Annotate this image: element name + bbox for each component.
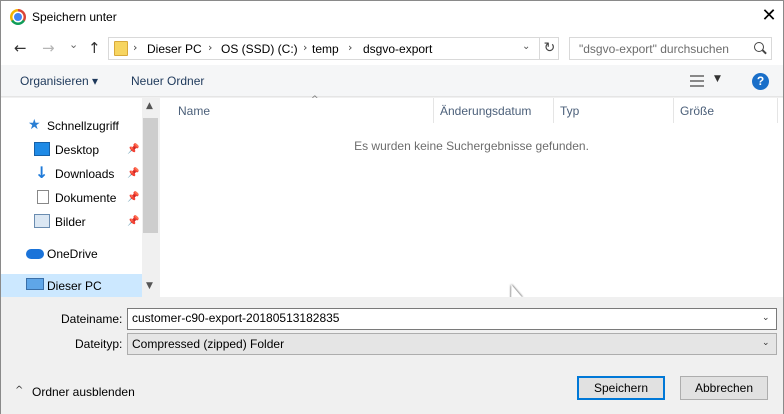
title-bar: Speichern unter ✕ xyxy=(1,1,783,32)
column-header-name[interactable]: Name ^ xyxy=(172,95,434,123)
sidebar-item-label: Bilder xyxy=(55,215,86,229)
breadcrumb-separator: › xyxy=(303,41,308,54)
chevron-up-icon: ^ xyxy=(15,385,24,396)
filetype-select[interactable]: Compressed (zipped) Folder ⌄ xyxy=(127,333,777,355)
breadcrumb-temp[interactable]: temp xyxy=(312,42,339,56)
sort-icon: ^ xyxy=(311,95,319,105)
sidebar-item-label: Schnellzugriff xyxy=(47,119,119,133)
close-button[interactable]: ✕ xyxy=(757,5,781,27)
pin-icon: 📌 xyxy=(127,192,140,203)
column-header-size[interactable]: Größe xyxy=(674,98,778,123)
window-title: Speichern unter xyxy=(32,10,117,24)
recent-locations-icon[interactable]: ⌄ xyxy=(69,37,78,53)
sidebar-item-downloads[interactable]: ↓ Downloads 📌 xyxy=(1,162,142,186)
column-header-label: Größe xyxy=(680,104,715,118)
address-dropdown-icon[interactable]: ⌄ xyxy=(522,41,530,52)
column-header-label: Änderungsdatum xyxy=(440,104,532,118)
breadcrumb-separator: › xyxy=(133,41,138,54)
column-header-date[interactable]: Änderungsdatum xyxy=(434,98,554,123)
organize-button[interactable]: Organisieren ▾ xyxy=(20,74,98,88)
download-icon: ↓ xyxy=(35,163,49,182)
sidebar-scrollbar[interactable]: ▲ ▼ xyxy=(142,98,159,297)
sidebar-item-documents[interactable]: Dokumente 📌 xyxy=(1,186,142,210)
sidebar-item-onedrive[interactable]: OneDrive xyxy=(1,242,142,266)
sidebar-item-label: Dieser PC xyxy=(47,279,102,293)
cloud-icon xyxy=(26,249,44,259)
sidebar-item-label: Desktop xyxy=(55,143,100,157)
pin-icon: 📌 xyxy=(127,144,140,155)
column-header-label: Name xyxy=(178,104,211,118)
filetype-dropdown-icon[interactable]: ⌄ xyxy=(762,338,770,348)
filetype-value: Compressed (zipped) Folder xyxy=(132,337,285,351)
search-icon xyxy=(754,42,764,52)
navigation-pane: ★ Schnellzugriff Desktop 📌 ↓ Downloads 📌… xyxy=(1,98,159,298)
sidebar-item-label: Dokumente xyxy=(55,191,117,205)
sidebar-item-quick-access[interactable]: ★ Schnellzugriff xyxy=(1,114,142,138)
column-header-label: Typ xyxy=(560,104,580,118)
pc-icon xyxy=(26,278,44,290)
scroll-down-icon[interactable]: ▼ xyxy=(146,281,153,291)
pin-icon: 📌 xyxy=(127,168,140,179)
sidebar-item-pictures[interactable]: Bilder 📌 xyxy=(1,210,142,234)
breadcrumb-dieser-pc[interactable]: Dieser PC xyxy=(147,42,202,56)
save-as-dialog: Speichern unter ✕ ← → ⌄ ↑ › Dieser PC › … xyxy=(0,0,784,414)
save-options-panel: Dateiname: ⌄ Dateityp: Compressed (zippe… xyxy=(1,297,783,414)
folder-icon xyxy=(114,41,128,56)
save-button[interactable]: Speichern xyxy=(577,376,665,400)
filetype-label: Dateityp: xyxy=(75,337,123,351)
documents-icon xyxy=(37,190,49,204)
refresh-icon[interactable]: ↻ xyxy=(539,38,559,59)
view-dropdown-icon[interactable]: ▼ xyxy=(714,74,721,84)
help-icon[interactable]: ? xyxy=(752,73,769,90)
sidebar-item-desktop[interactable]: Desktop 📌 xyxy=(1,138,142,162)
filename-label: Dateiname: xyxy=(61,312,123,326)
filename-dropdown-icon[interactable]: ⌄ xyxy=(762,313,770,323)
search-input[interactable]: "dsgvo-export" durchsuchen xyxy=(569,37,772,60)
breadcrumb-drive[interactable]: OS (SSD) (C:) xyxy=(221,42,298,56)
desktop-icon xyxy=(34,142,50,156)
search-placeholder: "dsgvo-export" durchsuchen xyxy=(579,42,729,56)
column-header-type[interactable]: Typ xyxy=(554,98,674,123)
new-folder-button[interactable]: Neuer Ordner xyxy=(131,74,204,88)
star-icon: ★ xyxy=(28,117,41,133)
address-bar[interactable]: › Dieser PC › OS (SSD) (C:) › temp › dsg… xyxy=(108,37,559,60)
chrome-icon xyxy=(10,9,26,25)
file-list: Name ^ Änderungsdatum Typ Größe Es wurde… xyxy=(160,95,783,302)
breadcrumb-separator: › xyxy=(348,41,353,54)
pin-icon: 📌 xyxy=(127,216,140,227)
pictures-icon xyxy=(34,214,50,228)
empty-message: Es wurden keine Suchergebnisse gefunden. xyxy=(354,139,589,153)
forward-icon[interactable]: → xyxy=(42,40,55,56)
breadcrumb-separator: › xyxy=(208,41,213,54)
scroll-up-icon[interactable]: ▲ xyxy=(146,101,153,111)
sidebar-item-label: Downloads xyxy=(55,167,115,181)
filename-input[interactable] xyxy=(132,311,752,325)
command-toolbar: Organisieren ▾ Neuer Ordner ▼ ? xyxy=(1,65,783,97)
hide-folders-label: Ordner ausblenden xyxy=(32,385,135,399)
scrollbar-thumb[interactable] xyxy=(143,118,158,233)
sidebar-item-this-pc[interactable]: Dieser PC xyxy=(1,274,142,298)
sidebar-item-label: OneDrive xyxy=(47,247,98,261)
back-icon[interactable]: ← xyxy=(14,40,27,56)
cancel-button[interactable]: Abbrechen xyxy=(680,376,768,400)
view-options-icon[interactable] xyxy=(690,75,704,87)
breadcrumb-dsgvo-export[interactable]: dsgvo-export xyxy=(363,42,432,56)
filename-field[interactable]: ⌄ xyxy=(127,308,777,330)
up-icon[interactable]: ↑ xyxy=(88,40,101,56)
navigation-bar: ← → ⌄ ↑ › Dieser PC › OS (SSD) (C:) › te… xyxy=(1,32,783,65)
